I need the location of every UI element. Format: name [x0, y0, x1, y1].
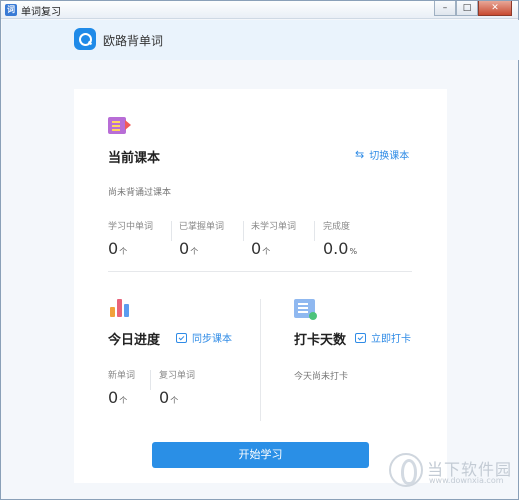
stat-value: 0个: [179, 239, 199, 258]
stat-value: 0个: [159, 388, 179, 407]
stat-label: 学习中单词: [108, 222, 154, 232]
close-button[interactable]: ✕: [478, 1, 512, 16]
main-card: 当前课本 ⇆ 切换课本 尚未背诵过课本 学习中单词 0个 已掌握单词 0个 未学…: [74, 89, 447, 483]
stat-new-words: 新单词 0个: [108, 368, 135, 407]
switch-book-label: 切换课本: [369, 151, 410, 162]
switch-book-link[interactable]: ⇆ 切换课本: [355, 147, 409, 162]
stat-value: 0.0%: [323, 239, 358, 258]
sync-book-label: 同步课本: [192, 334, 232, 345]
checkin-title: 打卡天数: [294, 333, 347, 348]
watermark-logo-icon: [389, 453, 423, 487]
watermark: 当下软件园 www.downxia.com: [389, 453, 517, 493]
stat-value: 0个: [108, 388, 128, 407]
watermark-url: www.downxia.com: [429, 476, 504, 485]
sync-book-link[interactable]: 同步课本: [176, 330, 232, 345]
stat-label: 未学习单词: [251, 222, 297, 232]
checkin-label: 立即打卡: [371, 334, 411, 345]
window-controls: – □ ✕: [434, 1, 512, 16]
stat-mastered: 已掌握单词 0个: [179, 219, 224, 258]
divider: [150, 370, 151, 390]
section-divider: [108, 271, 412, 272]
app-header: 欧路背单词: [2, 20, 519, 60]
app-logo-icon: [74, 28, 96, 50]
stat-unlearned: 未学习单词 0个: [251, 219, 296, 258]
app-name: 欧路背单词: [103, 34, 164, 48]
swap-icon: ⇆: [355, 148, 365, 161]
calendar-check-icon: [176, 332, 187, 343]
stat-value: 0个: [108, 239, 128, 258]
book-icon: [108, 117, 131, 134]
start-learning-button[interactable]: 开始学习: [152, 442, 369, 468]
current-book-title: 当前课本: [108, 151, 161, 166]
column-divider: [260, 299, 261, 421]
window-title: 单词复习: [21, 7, 61, 18]
stat-completion: 完成度 0.0%: [323, 219, 357, 258]
app-window: 词 单词复习 – □ ✕ 欧路背单词 当前课本 ⇆ 切换课本 尚未背诵过课本 学…: [0, 0, 519, 500]
app-icon: 词: [5, 4, 17, 16]
stat-label: 完成度: [323, 222, 351, 232]
maximize-button[interactable]: □: [456, 1, 478, 16]
stat-label: 已掌握单词: [179, 222, 225, 232]
today-progress-title: 今日进度: [108, 333, 161, 348]
minimize-button[interactable]: –: [434, 1, 456, 16]
calendar-check-icon: [355, 332, 366, 343]
book-status-note: 尚未背诵过课本: [108, 188, 172, 198]
stat-learning: 学习中单词 0个: [108, 219, 153, 258]
checkin-link[interactable]: 立即打卡: [355, 330, 411, 345]
stat-value: 0个: [251, 239, 271, 258]
stat-review-words: 复习单词 0个: [159, 368, 195, 407]
stat-label: 复习单词: [159, 371, 196, 381]
bar-chart-icon: [110, 299, 130, 317]
divider: [314, 221, 315, 241]
checkin-note: 今天尚未打卡: [294, 372, 349, 382]
checklist-icon: [294, 299, 317, 320]
title-bar[interactable]: 词 单词复习 – □ ✕: [1, 1, 518, 19]
divider: [171, 221, 172, 241]
stat-label: 新单词: [108, 371, 136, 381]
divider: [243, 221, 244, 241]
